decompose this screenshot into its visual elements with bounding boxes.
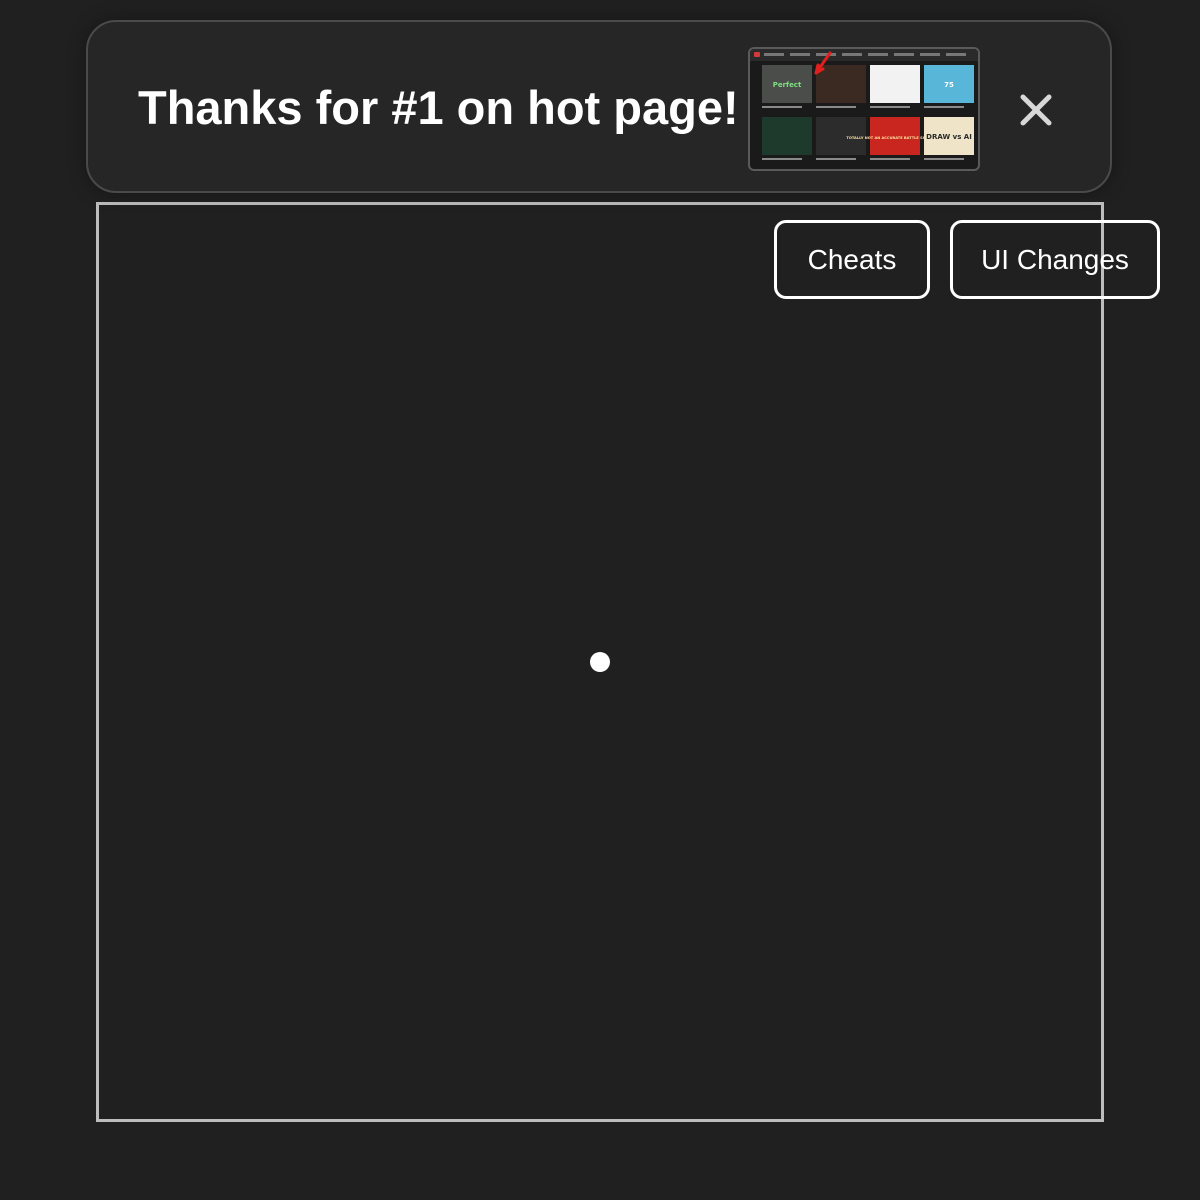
thumb-tile-label: DRAW vs AI: [926, 133, 972, 141]
player-dot: [590, 652, 610, 672]
thumb-tab-icon: [754, 52, 760, 57]
close-icon: [1020, 94, 1052, 126]
thumb-tab: [842, 53, 862, 56]
hot-page-thumbnail: Perfect 75 TOTALLY NOT AN ACCURATE BATTLE …: [748, 47, 980, 171]
thumb-tile-label: 75: [944, 81, 954, 89]
thumb-caption: [870, 158, 910, 160]
thumb-caption: [924, 158, 964, 160]
thumb-caption: [870, 106, 910, 108]
thumb-tile: [816, 65, 866, 103]
thumb-tab: [894, 53, 914, 56]
thumb-tile: [870, 65, 920, 103]
thumb-tile-label: Perfect: [773, 81, 802, 89]
announcement-banner: Thanks for #1 on hot page! Perfect 75 TOTA…: [86, 20, 1112, 193]
thumb-tab: [764, 53, 784, 56]
thumb-tab: [790, 53, 810, 56]
thumb-tab: [868, 53, 888, 56]
banner-message: Thanks for #1 on hot page!: [138, 81, 739, 134]
thumb-tile: [762, 117, 812, 155]
thumb-caption: [816, 158, 856, 160]
hot-page-screenshot-thumbnail: Perfect 75TOTALLY NOT AN ACCURATE BATTLE …: [750, 49, 978, 160]
thumb-tab-bar: [750, 49, 978, 61]
thumb-tab: [946, 53, 966, 56]
thumb-caption: [816, 106, 856, 108]
thumb-tab: [816, 53, 836, 56]
thumb-tab: [920, 53, 940, 56]
ui-changes-button[interactable]: UI Changes: [950, 220, 1160, 299]
page: Cheats UI Changes Thanks for #1 on hot p…: [0, 0, 1200, 1200]
thumb-caption: [762, 158, 802, 160]
thumb-caption: [762, 106, 802, 108]
thumb-caption: [924, 106, 964, 108]
cheats-button[interactable]: Cheats: [774, 220, 930, 299]
close-button[interactable]: [1014, 88, 1058, 132]
